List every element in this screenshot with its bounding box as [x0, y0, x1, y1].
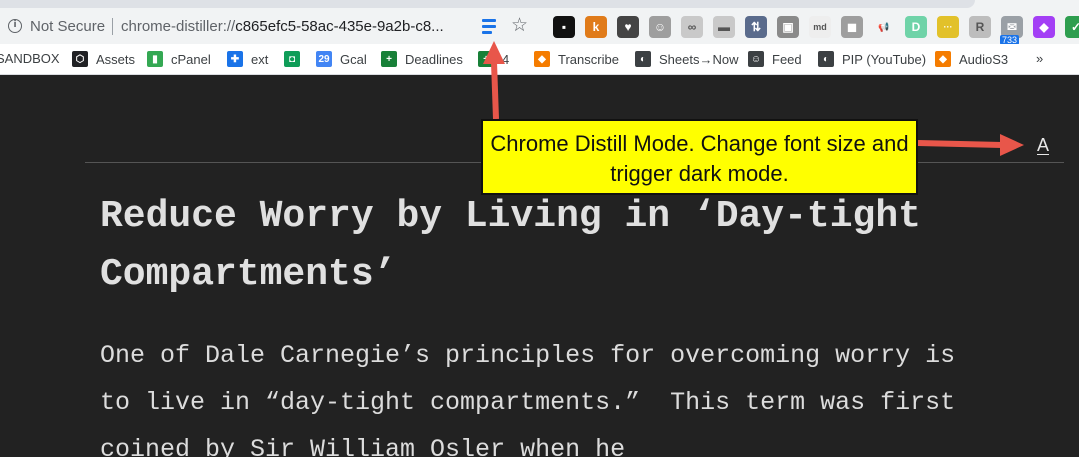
bookmark-label: » [1036, 51, 1044, 66]
extension-glyph: D [911, 20, 921, 34]
sort-extension-icon[interactable]: ⇅ [745, 16, 767, 38]
bookmark-label: Assets [96, 51, 136, 67]
dots-extension-icon[interactable]: ··· [937, 16, 959, 38]
url-text[interactable]: chrome-distiller://c865efc5-58ac-435e-9a… [121, 18, 444, 35]
bookmark-item[interactable]: ◐ Sheets→Now [635, 51, 738, 67]
bookmarks-bar: SANDBOX ⬡ Assets ▮ cPanel ✚ ext ◘ 29 Gcal + Deadlin… [0, 44, 1079, 75]
bookmark-star-icon[interactable]: ☆ [511, 14, 528, 37]
bookmark-item[interactable]: ◐ PIP (YouTube) [818, 51, 926, 67]
codepen-icon: ⬡ [72, 51, 88, 67]
grammarly-extension-icon[interactable]: ◆ [1033, 16, 1055, 38]
check-extension-icon[interactable]: ✓ [1065, 16, 1079, 38]
feed-icon: ☺ [748, 51, 764, 67]
mail-extension-icon[interactable]: ✉ 733 [1000, 16, 1023, 45]
robot-extension-icon[interactable]: ☺ [649, 16, 671, 38]
bookmark-label: PIP (YouTube) [842, 51, 927, 67]
markdown-extension-icon[interactable]: md [809, 16, 831, 38]
bookmark-label: SANDBOX [0, 51, 60, 66]
url-scheme: chrome-distiller:// [121, 18, 236, 35]
article-paragraph: One of Dale Carnegie’s principles for ov… [100, 341, 971, 457]
bookmark-label: 4 [502, 51, 510, 67]
globe-icon: ◐ [818, 51, 834, 67]
bookmark-item[interactable]: ✚ ext [227, 51, 268, 67]
bookmark-label: Sheets→Now [659, 51, 739, 67]
bookmark-label: Gcal [340, 51, 367, 67]
box-icon: ◆ [935, 51, 951, 67]
extension-glyph: ▪ [561, 20, 567, 34]
extension-glyph: ▣ [782, 20, 794, 34]
reader-mode-icon[interactable] [482, 19, 496, 35]
extension-glyph: ♥ [624, 20, 632, 34]
box-icon: ◆ [534, 51, 550, 67]
extension-glyph: ◆ [1039, 20, 1049, 34]
bookmark-label: AudioS3 [959, 51, 1009, 67]
globe-icon: ◐ [635, 51, 651, 67]
calendar-icon: 29 [316, 51, 332, 67]
cpanel-icon: ▮ [147, 51, 163, 67]
d-extension-icon[interactable]: D [905, 16, 927, 38]
megaphone-extension-icon[interactable]: 📢 [873, 16, 895, 38]
tab-strip-edge [0, 0, 975, 8]
screenshot-extension-icon[interactable]: ▣ [777, 16, 799, 38]
extension-glyph: ▬ [718, 20, 730, 34]
address-divider [112, 18, 113, 35]
url-host: c865efc5-58ac-435e-9a2b-c8... [235, 18, 444, 35]
extension-glyph: ⇅ [750, 20, 762, 34]
bookmark-label: ext [251, 51, 269, 67]
bookmark-label: Deadlines [405, 51, 463, 67]
bookmark-item[interactable]: ◆ Transcribe [534, 51, 619, 67]
glasses-extension-icon[interactable]: ∞ [681, 16, 703, 38]
shield-extension-icon[interactable]: ♥ [617, 16, 639, 38]
bookmark-label: cPanel [171, 51, 211, 67]
extension-glyph: ◼ [847, 20, 857, 34]
extension-glyph: ∞ [687, 20, 697, 34]
extension-glyph: ☺ [653, 20, 667, 34]
sheets-plus-icon: + [478, 51, 494, 67]
bookmark-label: Feed [772, 51, 802, 67]
bookmark-item[interactable]: ◆ AudioS3 [935, 51, 1008, 67]
extension-glyph: k [592, 20, 600, 34]
extension-glyph: 📢 [878, 21, 890, 32]
bookmark-label: Transcribe [558, 51, 619, 67]
hangouts-icon: ◘ [284, 51, 300, 67]
extension-glyph: R [975, 20, 985, 34]
bookmark-item[interactable]: ◘ [284, 51, 308, 67]
bookmark-item[interactable]: ⬡ Assets [72, 51, 135, 67]
chat-extension-icon[interactable]: ▬ [713, 16, 735, 38]
notion-icon[interactable]: ▪ [553, 16, 575, 38]
annotation-callout: Chrome Distill Mode. Change font size an… [481, 119, 918, 195]
bookmark-item[interactable]: ☺ Feed [748, 51, 802, 67]
bookmark-item[interactable]: ▮ cPanel [147, 51, 211, 67]
extension-glyph: md [813, 22, 827, 32]
browser-toolbar: i Not Secure chrome-distiller://c865efc5… [0, 0, 1079, 45]
extension-glyph: ✉ [1006, 20, 1018, 34]
bookmark-item[interactable]: 29 Gcal [316, 51, 367, 67]
extension-glyph: ✓ [1070, 20, 1079, 34]
bookmark-item[interactable]: SANDBOX [0, 51, 60, 66]
bookmark-item[interactable]: +4 [478, 51, 509, 67]
puzzle-extension-icon[interactable]: R [969, 16, 991, 38]
font-settings-toggle[interactable]: A [1037, 135, 1049, 156]
info-icon[interactable]: i [8, 19, 22, 33]
article-title: Reduce Worry by Living in ‘Day-tight Com… [100, 195, 921, 296]
comment-extension-icon[interactable]: ◼ [841, 16, 863, 38]
extensions-toolbar: ▪ k ♥ ☺ ∞ ▬ ⇅ ▣ md ◼ 📢 D ··· R ✉ 733 ◆ ✓ [553, 16, 1079, 45]
extension-glyph: ··· [943, 22, 953, 32]
sheets-plus-icon: + [381, 51, 397, 67]
bookmark-item[interactable]: » [1036, 51, 1043, 66]
arrow-to-font-toggle [917, 134, 1024, 156]
bookmark-item[interactable]: + Deadlines [381, 51, 463, 67]
puzzle-icon: ✚ [227, 51, 243, 67]
security-label[interactable]: Not Secure [30, 18, 105, 35]
k-extension-icon[interactable]: k [585, 16, 607, 38]
